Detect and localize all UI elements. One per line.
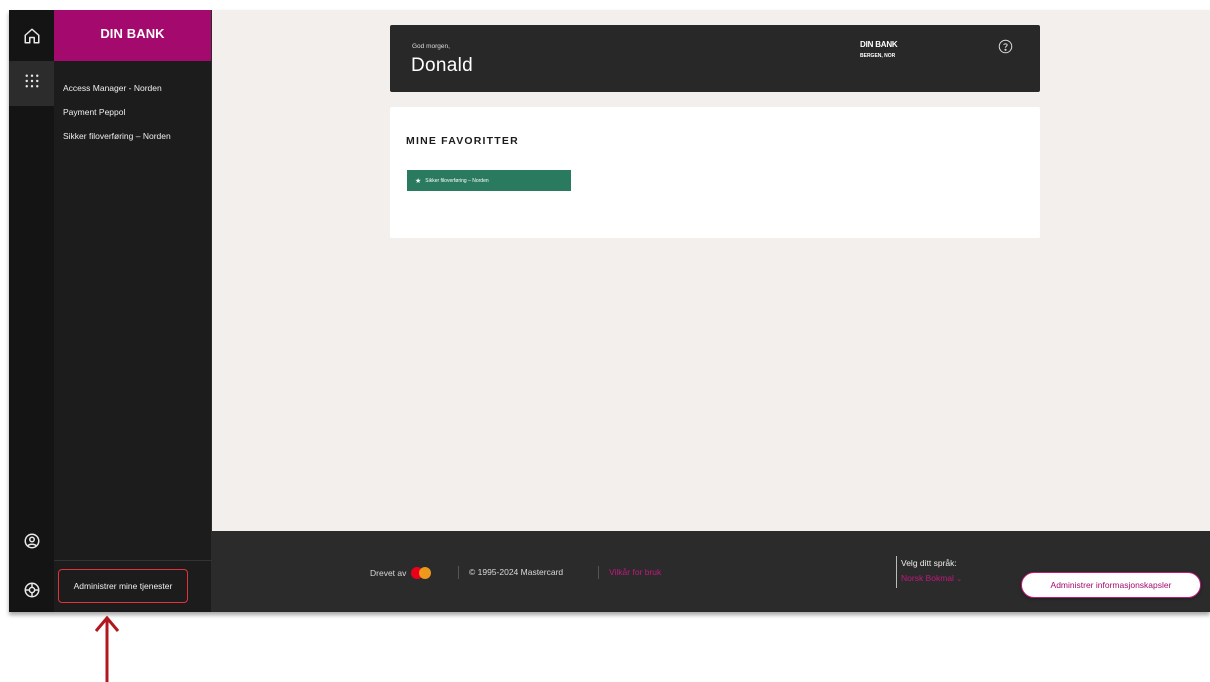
annotation-arrow-icon bbox=[94, 615, 120, 682]
favorite-item[interactable]: ★ Sikker filoverføring – Norden bbox=[407, 170, 571, 191]
divider bbox=[54, 560, 212, 561]
terms-link[interactable]: Vilkår for bruk bbox=[609, 567, 661, 577]
service-link-secure-file-transfer[interactable]: Sikker filoverføring – Norden bbox=[54, 131, 171, 141]
chevron-down-icon: ⌄ bbox=[956, 576, 963, 583]
home-button[interactable] bbox=[9, 16, 54, 61]
powered-by-label: Drevet av bbox=[370, 568, 407, 578]
support-icon bbox=[23, 581, 41, 604]
profile-button[interactable] bbox=[9, 521, 54, 566]
language-value: Norsk Bokmal bbox=[901, 573, 954, 583]
icon-rail bbox=[9, 10, 54, 612]
favorite-item-label: Sikker filoverføring – Norden bbox=[425, 177, 489, 184]
star-icon: ★ bbox=[415, 177, 422, 185]
mastercard-logo-icon bbox=[411, 567, 433, 579]
favorites-card: MINE FAVORITTER ★ Sikker filoverføring –… bbox=[390, 107, 1040, 238]
divider bbox=[598, 566, 599, 579]
bank-location: BERGEN, NOR bbox=[860, 53, 896, 59]
language-divider bbox=[896, 556, 897, 588]
manage-services-button[interactable]: Administrer mine tjenester bbox=[58, 569, 188, 603]
user-profile-icon bbox=[23, 532, 41, 555]
home-icon bbox=[23, 27, 41, 50]
copyright-text: © 1995-2024 Mastercard bbox=[469, 567, 564, 577]
apps-button[interactable] bbox=[9, 61, 54, 106]
service-link-access-manager[interactable]: Access Manager - Norden bbox=[54, 83, 162, 93]
greeting-text: God morgen, bbox=[412, 43, 450, 50]
language-label: Velg ditt språk: bbox=[901, 558, 957, 568]
manage-cookies-button[interactable]: Administrer informasjonskapsler bbox=[1021, 572, 1201, 598]
favorites-title: MINE FAVORITTER bbox=[406, 135, 519, 147]
service-link-payment-peppol[interactable]: Payment Peppol bbox=[54, 107, 125, 117]
greeting-card: God morgen, Donald DIN BANK BERGEN, NOR bbox=[390, 25, 1040, 92]
bank-name: DIN BANK bbox=[860, 40, 898, 49]
app-window: DIN BANK Access Manager - Norden Payment… bbox=[9, 10, 1210, 612]
bank-header: DIN BANK bbox=[54, 10, 211, 61]
user-name: Donald bbox=[411, 55, 474, 76]
divider bbox=[458, 566, 459, 579]
help-icon[interactable] bbox=[998, 39, 1013, 54]
apps-grid-icon bbox=[23, 72, 41, 95]
language-select[interactable]: Norsk Bokmal ⌄ bbox=[901, 573, 962, 583]
powered-by: Drevet av bbox=[370, 567, 433, 579]
support-button[interactable] bbox=[9, 570, 54, 612]
services-panel: DIN BANK Access Manager - Norden Payment… bbox=[54, 10, 212, 612]
